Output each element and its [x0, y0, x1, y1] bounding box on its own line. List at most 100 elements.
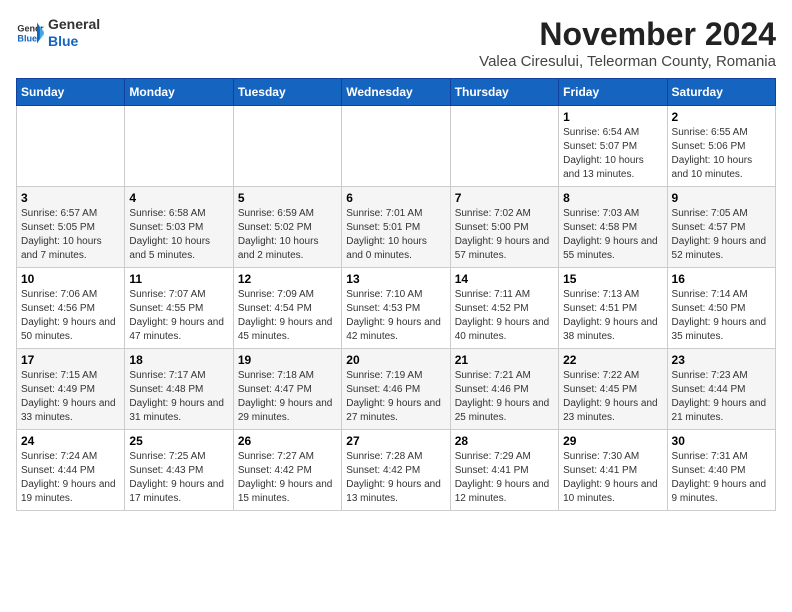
day-info: Sunrise: 7:10 AM Sunset: 4:53 PM Dayligh…: [346, 288, 445, 344]
day-info: Sunrise: 7:13 AM Sunset: 4:51 PM Dayligh…: [563, 288, 662, 344]
day-cell: 24 Sunrise: 7:24 AM Sunset: 4:44 PM Dayli…: [17, 430, 125, 511]
day-info: Sunrise: 7:24 AM Sunset: 4:44 PM Dayligh…: [21, 450, 120, 506]
day-cell: 10 Sunrise: 7:06 AM Sunset: 4:56 PM Dayli…: [17, 268, 125, 349]
day-number: 11: [129, 272, 228, 286]
day-cell: [125, 106, 233, 187]
day-info: Sunrise: 7:01 AM Sunset: 5:01 PM Dayligh…: [346, 207, 445, 263]
day-cell: 30 Sunrise: 7:31 AM Sunset: 4:40 PM Dayli…: [667, 430, 775, 511]
day-cell: 19 Sunrise: 7:18 AM Sunset: 4:47 PM Dayli…: [233, 349, 341, 430]
day-cell: 14 Sunrise: 7:11 AM Sunset: 4:52 PM Dayli…: [450, 268, 558, 349]
day-info: Sunrise: 7:22 AM Sunset: 4:45 PM Dayligh…: [563, 369, 662, 425]
day-cell: 22 Sunrise: 7:22 AM Sunset: 4:45 PM Dayli…: [559, 349, 667, 430]
day-number: 3: [21, 191, 120, 205]
day-info: Sunrise: 7:11 AM Sunset: 4:52 PM Dayligh…: [455, 288, 554, 344]
day-cell: 18 Sunrise: 7:17 AM Sunset: 4:48 PM Dayli…: [125, 349, 233, 430]
day-info: Sunrise: 7:15 AM Sunset: 4:49 PM Dayligh…: [21, 369, 120, 425]
weekday-header-friday: Friday: [559, 79, 667, 106]
day-cell: [17, 106, 125, 187]
day-info: Sunrise: 7:28 AM Sunset: 4:42 PM Dayligh…: [346, 450, 445, 506]
day-cell: 3 Sunrise: 6:57 AM Sunset: 5:05 PM Daylig…: [17, 187, 125, 268]
day-number: 22: [563, 353, 662, 367]
day-info: Sunrise: 7:14 AM Sunset: 4:50 PM Dayligh…: [672, 288, 771, 344]
day-number: 2: [672, 110, 771, 124]
day-info: Sunrise: 7:03 AM Sunset: 4:58 PM Dayligh…: [563, 207, 662, 263]
logo-general-text: General: [48, 16, 100, 33]
day-info: Sunrise: 7:31 AM Sunset: 4:40 PM Dayligh…: [672, 450, 771, 506]
day-cell: 5Sunrise: 6:59 AM Sunset: 5:02 PM Daylig…: [233, 187, 341, 268]
day-number: 29: [563, 434, 662, 448]
day-number: 18: [129, 353, 228, 367]
week-row-2: 3 Sunrise: 6:57 AM Sunset: 5:05 PM Daylig…: [17, 187, 776, 268]
day-info: Sunrise: 6:55 AM Sunset: 5:06 PM Dayligh…: [672, 126, 771, 182]
day-cell: 21 Sunrise: 7:21 AM Sunset: 4:46 PM Dayli…: [450, 349, 558, 430]
day-number: 4: [129, 191, 228, 205]
weekday-header-sunday: Sunday: [17, 79, 125, 106]
day-cell: 7Sunrise: 7:02 AM Sunset: 5:00 PM Daylig…: [450, 187, 558, 268]
day-number: 27: [346, 434, 445, 448]
day-info: Sunrise: 7:27 AM Sunset: 4:42 PM Dayligh…: [238, 450, 337, 506]
day-info: Sunrise: 7:23 AM Sunset: 4:44 PM Dayligh…: [672, 369, 771, 425]
day-number: 30: [672, 434, 771, 448]
day-info: Sunrise: 6:57 AM Sunset: 5:05 PM Dayligh…: [21, 207, 120, 263]
day-info: Sunrise: 6:58 AM Sunset: 5:03 PM Dayligh…: [129, 207, 228, 263]
day-info: Sunrise: 7:02 AM Sunset: 5:00 PM Dayligh…: [455, 207, 554, 263]
day-cell: 13 Sunrise: 7:10 AM Sunset: 4:53 PM Dayli…: [342, 268, 450, 349]
day-number: 13: [346, 272, 445, 286]
week-row-4: 17 Sunrise: 7:15 AM Sunset: 4:49 PM Dayli…: [17, 349, 776, 430]
svg-text:Blue: Blue: [17, 33, 37, 43]
day-cell: 16Sunrise: 7:14 AM Sunset: 4:50 PM Dayli…: [667, 268, 775, 349]
day-number: 23: [672, 353, 771, 367]
day-number: 26: [238, 434, 337, 448]
day-number: 12: [238, 272, 337, 286]
weekday-header-row: SundayMondayTuesdayWednesdayThursdayFrid…: [17, 79, 776, 106]
day-cell: 29 Sunrise: 7:30 AM Sunset: 4:41 PM Dayli…: [559, 430, 667, 511]
day-number: 14: [455, 272, 554, 286]
calendar-table: SundayMondayTuesdayWednesdayThursdayFrid…: [16, 78, 776, 511]
week-row-3: 10 Sunrise: 7:06 AM Sunset: 4:56 PM Dayli…: [17, 268, 776, 349]
day-cell: 28Sunrise: 7:29 AM Sunset: 4:41 PM Dayli…: [450, 430, 558, 511]
day-cell: [450, 106, 558, 187]
day-info: Sunrise: 6:54 AM Sunset: 5:07 PM Dayligh…: [563, 126, 662, 182]
day-info: Sunrise: 7:18 AM Sunset: 4:47 PM Dayligh…: [238, 369, 337, 425]
day-cell: 15 Sunrise: 7:13 AM Sunset: 4:51 PM Dayli…: [559, 268, 667, 349]
weekday-header-monday: Monday: [125, 79, 233, 106]
day-cell: 17 Sunrise: 7:15 AM Sunset: 4:49 PM Dayli…: [17, 349, 125, 430]
weekday-header-saturday: Saturday: [667, 79, 775, 106]
weekday-header-thursday: Thursday: [450, 79, 558, 106]
day-number: 24: [21, 434, 120, 448]
week-row-5: 24 Sunrise: 7:24 AM Sunset: 4:44 PM Dayli…: [17, 430, 776, 511]
month-title: November 2024: [479, 16, 776, 53]
day-info: Sunrise: 7:09 AM Sunset: 4:54 PM Dayligh…: [238, 288, 337, 344]
day-cell: 6 Sunrise: 7:01 AM Sunset: 5:01 PM Daylig…: [342, 187, 450, 268]
day-info: Sunrise: 7:17 AM Sunset: 4:48 PM Dayligh…: [129, 369, 228, 425]
day-number: 1: [563, 110, 662, 124]
day-info: Sunrise: 7:30 AM Sunset: 4:41 PM Dayligh…: [563, 450, 662, 506]
day-info: Sunrise: 7:07 AM Sunset: 4:55 PM Dayligh…: [129, 288, 228, 344]
day-info: Sunrise: 7:25 AM Sunset: 4:43 PM Dayligh…: [129, 450, 228, 506]
day-number: 19: [238, 353, 337, 367]
day-number: 6: [346, 191, 445, 205]
weekday-header-tuesday: Tuesday: [233, 79, 341, 106]
day-info: Sunrise: 7:29 AM Sunset: 4:41 PM Dayligh…: [455, 450, 554, 506]
day-info: Sunrise: 7:06 AM Sunset: 4:56 PM Dayligh…: [21, 288, 120, 344]
day-cell: 23 Sunrise: 7:23 AM Sunset: 4:44 PM Dayli…: [667, 349, 775, 430]
day-cell: 9Sunrise: 7:05 AM Sunset: 4:57 PM Daylig…: [667, 187, 775, 268]
title-area: November 2024 Valea Ciresului, Teleorman…: [479, 16, 776, 70]
day-cell: 27 Sunrise: 7:28 AM Sunset: 4:42 PM Dayli…: [342, 430, 450, 511]
header: General Blue General Blue November 2024 …: [16, 16, 776, 70]
day-cell: 4 Sunrise: 6:58 AM Sunset: 5:03 PM Daylig…: [125, 187, 233, 268]
day-number: 25: [129, 434, 228, 448]
day-number: 15: [563, 272, 662, 286]
day-cell: 25 Sunrise: 7:25 AM Sunset: 4:43 PM Dayli…: [125, 430, 233, 511]
day-number: 10: [21, 272, 120, 286]
day-info: Sunrise: 7:21 AM Sunset: 4:46 PM Dayligh…: [455, 369, 554, 425]
day-cell: 2 Sunrise: 6:55 AM Sunset: 5:06 PM Daylig…: [667, 106, 775, 187]
day-number: 21: [455, 353, 554, 367]
day-cell: 12 Sunrise: 7:09 AM Sunset: 4:54 PM Dayli…: [233, 268, 341, 349]
logo: General Blue General Blue: [16, 16, 100, 50]
day-number: 17: [21, 353, 120, 367]
day-info: Sunrise: 6:59 AM Sunset: 5:02 PM Dayligh…: [238, 207, 337, 263]
day-info: Sunrise: 7:19 AM Sunset: 4:46 PM Dayligh…: [346, 369, 445, 425]
location-title: Valea Ciresului, Teleorman County, Roman…: [479, 53, 776, 70]
day-cell: 11 Sunrise: 7:07 AM Sunset: 4:55 PM Dayli…: [125, 268, 233, 349]
